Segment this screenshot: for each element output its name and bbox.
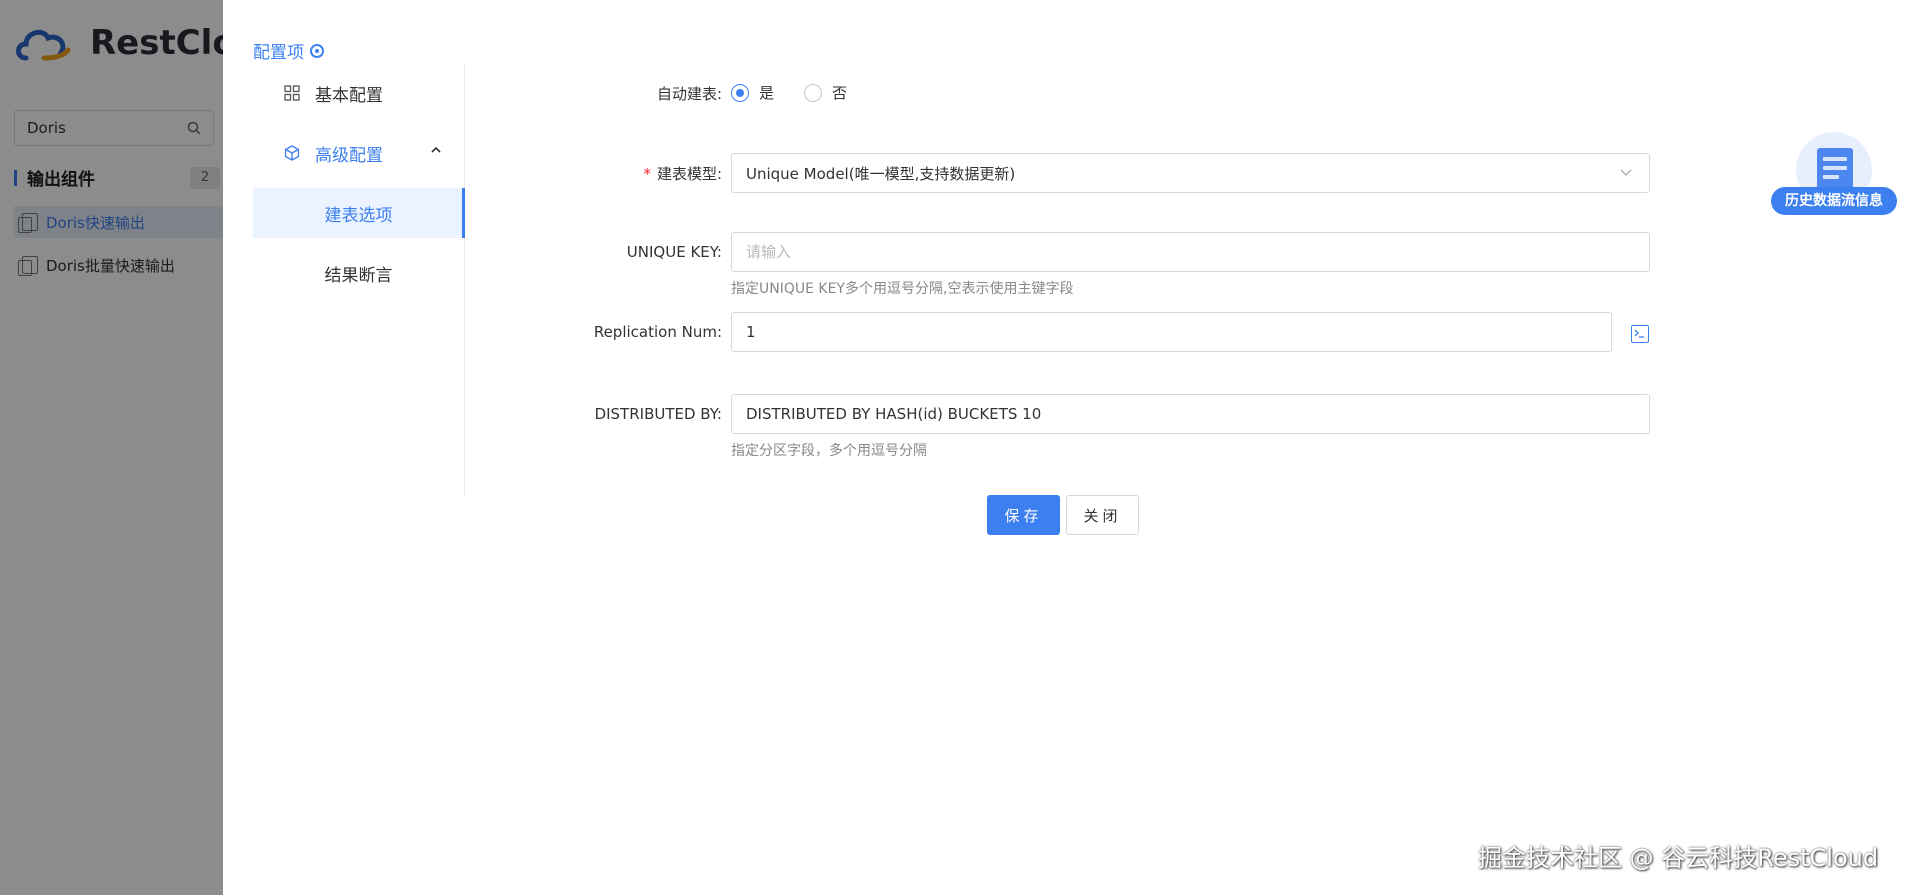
chevron-up-icon[interactable] — [430, 144, 442, 156]
config-title-text: 配置项 — [253, 43, 304, 63]
terminal-icon[interactable] — [1631, 325, 1649, 343]
cube-icon — [283, 144, 301, 162]
menu-item-table-options[interactable]: 建表选项 — [253, 188, 465, 238]
grid-icon — [283, 84, 301, 102]
replication-label: Replication Num: — [593, 323, 722, 341]
distributed-hint: 指定分区字段，多个用逗号分隔 — [731, 443, 927, 459]
history-badge[interactable]: 历史数据流信息 — [1771, 187, 1897, 215]
menu-item-label: 高级配置 — [315, 145, 383, 166]
menu-item-label: 建表选项 — [324, 205, 393, 226]
settings-icon[interactable] — [310, 43, 324, 58]
history-document-icon — [1817, 148, 1853, 190]
menu-item-advanced-config[interactable]: 高级配置 — [253, 128, 464, 178]
unique-key-label: UNIQUE KEY: — [626, 243, 722, 261]
config-side-menu: 基本配置 高级配置 建表选项 结果断言 — [253, 64, 465, 496]
radio-yes[interactable] — [731, 83, 749, 102]
radio-no[interactable] — [804, 83, 823, 102]
distributed-input[interactable]: DISTRIBUTED BY HASH(id) BUCKETS 10 — [731, 394, 1650, 434]
config-title: 配置项 — [253, 38, 324, 63]
close-button[interactable]: 关闭 — [1066, 495, 1139, 535]
unique-key-input[interactable] — [731, 232, 1650, 272]
replication-value: 1 — [746, 323, 756, 341]
unique-key-hint: 指定UNIQUE KEY多个用逗号分隔,空表示使用主键字段 — [731, 281, 1074, 297]
radio-yes-label[interactable]: 是 — [759, 82, 774, 103]
model-label-text: 建表模型: — [656, 165, 722, 183]
menu-item-result-assert[interactable]: 结果断言 — [253, 248, 464, 298]
model-label: * 建表模型: — [502, 163, 722, 184]
history-dataflow-widget[interactable]: 历史数据流信息 — [1771, 132, 1897, 217]
config-drawer — [223, 0, 1910, 895]
distributed-label: DISTRIBUTED BY: — [594, 405, 722, 423]
save-button[interactable]: 保存 — [987, 495, 1060, 535]
distributed-value: DISTRIBUTED BY HASH(id) BUCKETS 10 — [746, 405, 1042, 423]
auto-create-label: 自动建表: — [656, 85, 722, 103]
radio-no-label[interactable]: 否 — [832, 82, 847, 103]
auto-create-radio-group: 是 否 — [731, 82, 877, 103]
menu-item-label: 结果断言 — [324, 265, 393, 286]
model-select-value: Unique Model(唯一模型,支持数据更新) — [746, 164, 1016, 183]
watermark: 掘金技术社区 @ 谷云科技RestCloud — [1478, 844, 1879, 872]
replication-input[interactable]: 1 — [731, 312, 1612, 352]
chevron-down-icon — [1620, 169, 1632, 176]
model-select[interactable]: Unique Model(唯一模型,支持数据更新) — [731, 153, 1650, 193]
menu-item-basic-config[interactable]: 基本配置 — [253, 68, 464, 118]
required-marker: * — [643, 165, 651, 183]
menu-item-label: 基本配置 — [315, 85, 383, 106]
